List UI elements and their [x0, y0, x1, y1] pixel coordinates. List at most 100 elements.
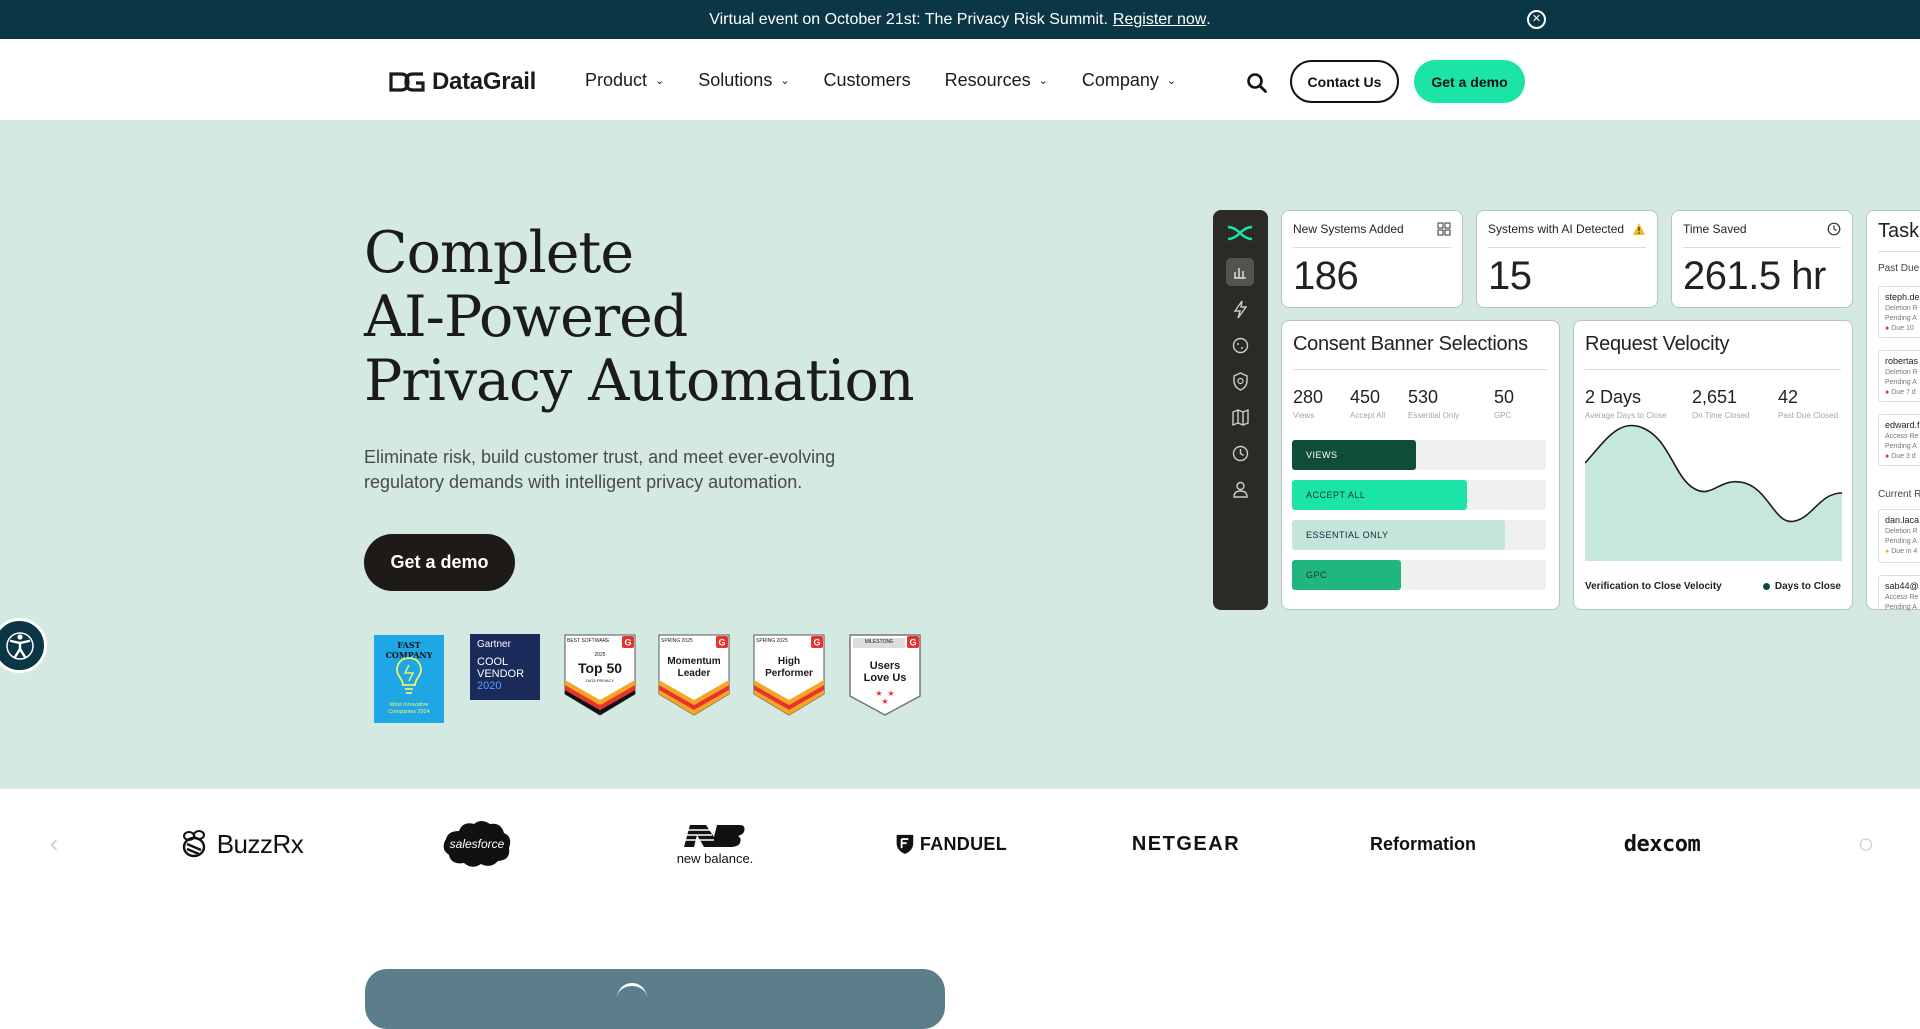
badge-top: SPRING 2025 [756, 638, 788, 644]
lightbulb-icon [396, 657, 422, 694]
badge-top: BEST SOFTWARE [567, 638, 610, 644]
hero-get-demo-button[interactable]: Get a demo [364, 534, 515, 591]
nav-customers[interactable]: Customers [824, 70, 911, 91]
partial-logo: ○ [1857, 828, 1875, 859]
stat-label: Average Days to Close [1585, 411, 1667, 420]
shield-icon [896, 834, 914, 854]
stat-value: 50 [1494, 387, 1515, 407]
announcement-text: Virtual event on October 21st: The Priva… [709, 10, 1108, 28]
fanduel-logo: FANDUEL [895, 821, 1007, 867]
badge-line: COOL [477, 656, 509, 668]
task-due: Due in 4 [1891, 548, 1918, 555]
site-header: DataGrail Product ⌄ Solutions ⌄ Customers … [0, 39, 1920, 121]
stat-label: Past Due Closed [1778, 411, 1839, 420]
bee-icon [182, 830, 205, 858]
area-fill [1585, 425, 1842, 561]
divider [1293, 247, 1451, 248]
nav-label: Solutions [698, 70, 773, 90]
lightning-icon[interactable] [1230, 299, 1251, 320]
request-velocity-card: Request Velocity 2 Days Average Days to C… [1573, 320, 1853, 610]
kpi-card-ai-detected: Systems with AI Detected 15 [1476, 210, 1658, 308]
nb-mark [684, 824, 745, 847]
datagrail-logo-icon [389, 72, 425, 92]
clock-icon [1827, 222, 1841, 236]
legend-label: Days to Close [1774, 581, 1841, 592]
task-due: Due 3 d [1891, 453, 1916, 460]
map-icon[interactable] [1230, 407, 1251, 428]
stat-value: 2 Days [1585, 387, 1642, 407]
accessibility-icon[interactable] [0, 618, 47, 673]
new-balance-logo: new balance. [670, 821, 760, 867]
nav-resources[interactable]: Resources ⌄ [945, 70, 1048, 91]
task-item[interactable]: steph.de Deletion R Pending A ● Due 10 [1878, 286, 1920, 338]
badge-caption: Most Innovative Companies 2024 [388, 702, 430, 715]
user-icon[interactable] [1230, 479, 1251, 500]
partial-logo: ‹ [50, 830, 58, 857]
task-status: Pending A [1885, 604, 1917, 611]
task-item[interactable]: robertas Deletion R Pending A ● Due 7 d [1878, 350, 1920, 402]
task-item[interactable]: edward.f Access Re Pending A ● Due 3 d [1878, 414, 1920, 466]
svg-text:G: G [909, 638, 916, 648]
search-icon[interactable] [1246, 72, 1268, 94]
task-name: edward.f [1885, 420, 1920, 430]
tasks-section-label: Current R [1878, 489, 1920, 500]
task-item[interactable]: dan.laca Deletion R Pending A ● Due in 4 [1878, 509, 1920, 563]
stat-label: GPC [1494, 411, 1512, 420]
svg-text:G: G [624, 638, 631, 648]
stat-label: Views [1293, 411, 1315, 420]
logo-text: salesforce [449, 837, 505, 851]
velocity-stat: 42 Past Due Closed [1778, 387, 1838, 420]
consent-banner-card: Consent Banner Selections 280 Views 450 Ac… [1281, 320, 1560, 610]
consent-stat: 530 Essential Only [1408, 387, 1459, 420]
nav-solutions[interactable]: Solutions ⌄ [698, 70, 789, 91]
kpi-title: Systems with AI Detected [1488, 222, 1625, 236]
kpi-value: 261.5 hr [1683, 254, 1826, 298]
cookie-icon[interactable] [1230, 335, 1251, 356]
task-due: Due 10 [1891, 325, 1914, 332]
brand-logo[interactable]: DataGrail [388, 68, 536, 96]
status-dot: ● [1885, 325, 1890, 332]
contact-us-button[interactable]: Contact Us [1290, 60, 1399, 103]
task-type: Deletion R [1885, 528, 1918, 535]
nav-product[interactable]: Product ⌄ [585, 70, 664, 91]
task-type: Deletion R [1885, 369, 1918, 376]
hero-subtitle: Eliminate risk, build customer trust, an… [364, 447, 836, 492]
task-item[interactable]: sab44@ Access Re Pending A [1878, 575, 1920, 615]
g2-high-performer-badge: G SPRING 2025 High Performer [753, 634, 825, 716]
divider [1683, 247, 1841, 248]
bar-chart-icon[interactable] [1226, 258, 1254, 286]
brand-name: DataGrail [432, 68, 537, 95]
kpi-title: New Systems Added [1293, 222, 1404, 236]
stat-value: 450 [1350, 387, 1381, 407]
buzzrx-logo: BuzzRx [172, 821, 308, 867]
hero-title-line: Privacy Automation [364, 348, 915, 414]
stat-value: 42 [1778, 387, 1799, 407]
tasks-card: Tasks Past Due steph.de Deletion R Pendi… [1866, 210, 1920, 615]
velocity-stat: 2,651 On Time Closed [1692, 387, 1749, 420]
svg-text:G: G [718, 638, 725, 648]
shield-icon[interactable] [1230, 371, 1251, 392]
badge-title: Performer [765, 668, 813, 679]
clock-icon[interactable] [1230, 443, 1251, 464]
register-link[interactable]: Register now [1113, 11, 1206, 29]
hero-title-line: AI-Powered [364, 284, 688, 350]
consent-bar: GPC [1292, 560, 1546, 590]
bar-label: ESSENTIAL ONLY [1306, 530, 1389, 540]
nav-company[interactable]: Company ⌄ [1082, 70, 1176, 91]
task-name: dan.laca [1885, 515, 1920, 525]
divider [1585, 369, 1841, 370]
close-icon[interactable]: ✕ [1527, 10, 1546, 29]
chevron-down-icon: ⌄ [1166, 75, 1177, 87]
task-name: sab44@ [1885, 581, 1919, 591]
kpi-card-new-systems: New Systems Added 186 [1281, 210, 1463, 308]
grid-icon [1437, 222, 1451, 236]
card-title: Request Velocity [1585, 333, 1730, 355]
stat-value: 2,651 [1692, 387, 1738, 407]
announcement-bar: Virtual event on October 21st: The Priva… [0, 0, 1920, 39]
g2-momentum-badge: G SPRING 2025 Momentum Leader [658, 634, 730, 716]
badge-title: Users [869, 660, 901, 672]
kpi-value: 15 [1488, 254, 1532, 298]
get-demo-button[interactable]: Get a demo [1414, 60, 1525, 103]
svg-text:★: ★ [881, 697, 888, 706]
g2-top50-badge: G BEST SOFTWARE 2025 Top 50 DATA PRIVACY [564, 634, 636, 716]
